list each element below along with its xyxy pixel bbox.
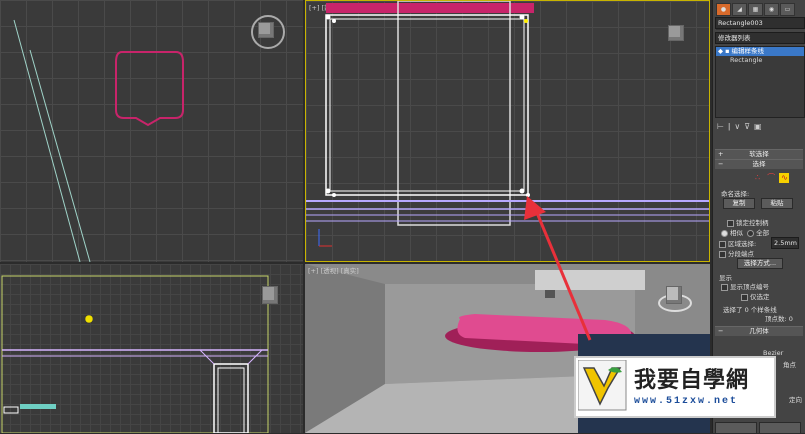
create-tab-icon[interactable]: ● xyxy=(716,3,731,16)
rollout-selection[interactable]: − 选择 xyxy=(715,159,803,169)
checkbox[interactable] xyxy=(741,293,748,301)
checkbox[interactable] xyxy=(719,240,726,248)
logo-emblem xyxy=(578,360,627,411)
radio-all[interactable] xyxy=(747,229,755,237)
rollout-geometry[interactable]: − 几何体 xyxy=(715,326,803,336)
stack-item-label: 编辑样条线 xyxy=(731,47,765,55)
named-selection-label: 命名选择: xyxy=(721,190,750,198)
checkbox[interactable] xyxy=(727,219,734,227)
make-unique-icon[interactable]: ∨ xyxy=(734,122,744,131)
left-view-geometry xyxy=(1,275,269,433)
bottom-button-2[interactable] xyxy=(759,422,801,434)
watermark-logo: 我要自學網 www.51zxw.net xyxy=(574,356,776,418)
paste-button[interactable]: 粘贴 xyxy=(761,198,793,209)
remove-modifier-icon[interactable]: ⊽ xyxy=(744,122,754,131)
modifier-list-dropdown[interactable]: 修改器列表 xyxy=(715,32,805,44)
option-label: 区域选择: xyxy=(728,240,757,248)
viewport-front[interactable]: [+] [前] [线框] xyxy=(305,0,710,262)
rollout-title: 选择 xyxy=(752,160,766,168)
viewport-top[interactable] xyxy=(0,0,303,262)
direction-label: 定向 xyxy=(789,396,802,404)
segment-icon[interactable]: ⌒ xyxy=(767,172,777,182)
subobject-icons[interactable]: ∴ ⌒ ∿ xyxy=(755,172,790,183)
option-label: 显示顶点编号 xyxy=(730,283,769,291)
rollout-title: 软选择 xyxy=(749,150,769,158)
option-label: 相似 xyxy=(730,229,743,237)
modifier-stack[interactable]: ◆ ▪ 编辑样条线 Rectangle xyxy=(715,46,805,118)
stack-item-rectangle[interactable]: Rectangle xyxy=(716,56,804,65)
front-view-geometry xyxy=(306,1,709,247)
spline-icon[interactable]: ∿ xyxy=(779,173,790,183)
configure-sets-icon[interactable]: ▣ xyxy=(754,122,766,131)
logo-url: www.51zxw.net xyxy=(634,396,739,407)
copy-button[interactable]: 复制 xyxy=(723,198,755,209)
radio-similar[interactable] xyxy=(721,229,728,237)
display-tab-icon[interactable]: ▭ xyxy=(780,3,795,16)
viewcube[interactable] xyxy=(668,25,684,41)
option-label: 仅选定 xyxy=(750,293,770,301)
handle-mode-options[interactable]: 相似 全部 xyxy=(721,227,805,237)
motion-tab-icon[interactable]: ◉ xyxy=(764,3,779,16)
viewcube[interactable] xyxy=(666,286,682,304)
option-label: 全部 xyxy=(756,229,770,237)
hierarchy-tab-icon[interactable]: ▦ xyxy=(748,3,763,16)
modify-tab-icon[interactable]: ◢ xyxy=(732,3,747,16)
select-by-button[interactable]: 选择方式... xyxy=(737,258,783,269)
selected-only-option[interactable]: 仅选定 xyxy=(741,291,805,301)
segment-end-option[interactable]: 分段端点 xyxy=(719,248,805,258)
lock-handles-option[interactable]: 锁定控制柄 xyxy=(727,217,805,227)
rollout-soft-selection[interactable]: + 软选择 xyxy=(715,149,803,159)
rollout-title: 几何体 xyxy=(749,327,769,335)
viewport-label[interactable]: [+] [透视] [真实] xyxy=(308,265,359,275)
viewcube[interactable] xyxy=(262,286,278,304)
bottom-button-1[interactable] xyxy=(715,422,757,434)
option-label: 分段端点 xyxy=(728,250,754,258)
viewport-left[interactable] xyxy=(0,264,303,433)
stack-tools[interactable]: ⊢ǀ∨⊽▣ xyxy=(717,122,766,131)
vertex-icon[interactable]: ∴ xyxy=(755,173,765,183)
vertex-count-status: 顶点数: 0 xyxy=(765,315,793,323)
stack-item-edit-spline[interactable]: ◆ ▪ 编辑样条线 xyxy=(716,47,804,56)
option-label: 锁定控制柄 xyxy=(736,219,769,227)
object-name-field[interactable]: Rectangle003 xyxy=(715,17,805,29)
checkbox[interactable] xyxy=(721,283,728,291)
logo-chinese-text: 我要自學網 xyxy=(634,367,750,393)
pin-stack-icon[interactable]: ⊢ xyxy=(717,122,728,131)
corner-label: 角点 xyxy=(783,361,796,369)
checkbox[interactable] xyxy=(719,250,726,258)
viewcube[interactable] xyxy=(258,22,274,38)
show-vertex-numbers-option[interactable]: 显示顶点编号 xyxy=(721,281,805,291)
